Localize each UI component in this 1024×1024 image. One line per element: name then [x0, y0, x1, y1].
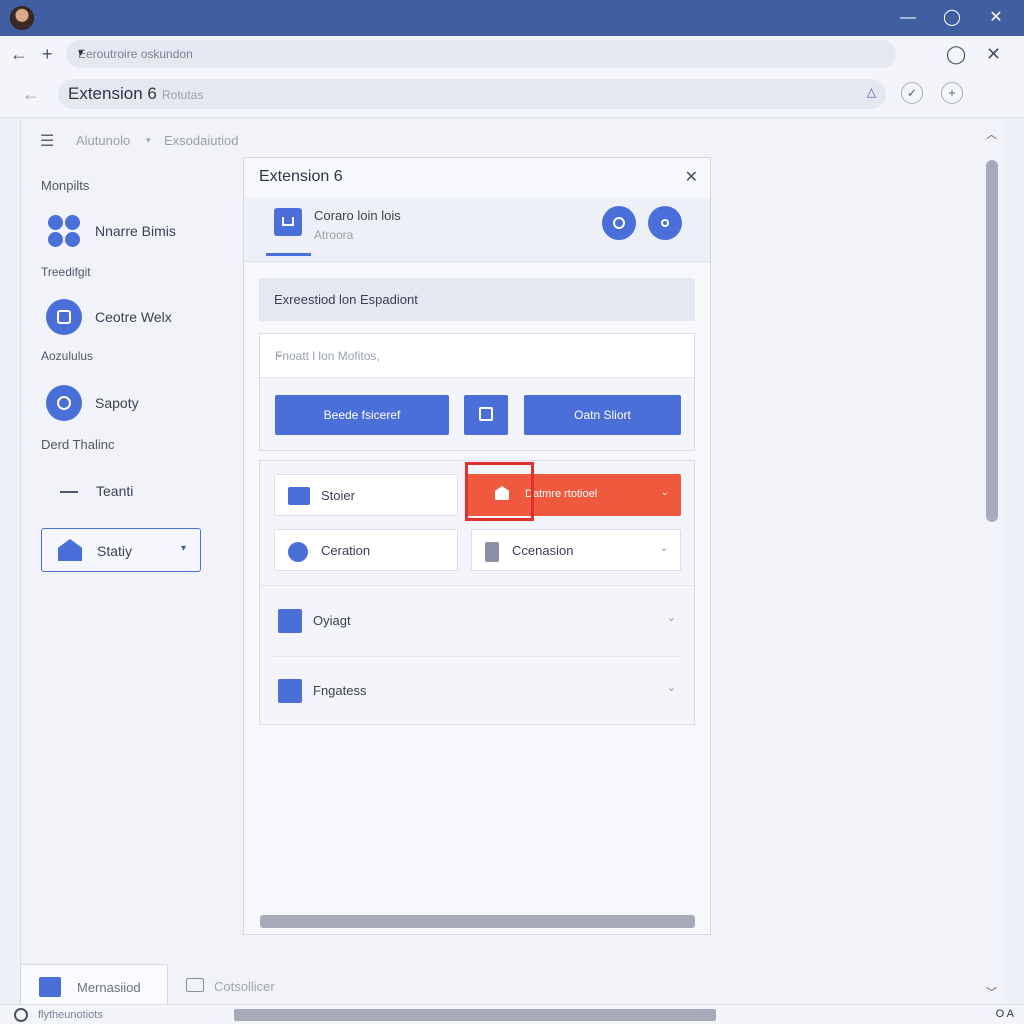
section-title-text: Exreestiod lon Espadiont	[274, 292, 418, 307]
address-bar[interactable]: Extension 6 Rotutas △	[58, 79, 886, 109]
breadcrumb-item[interactable]: Exsodaiutiod	[164, 133, 238, 148]
tab-close-button[interactable]: ✕	[986, 44, 1001, 64]
dialog-header: Coraro loin lois Atroora	[244, 198, 710, 262]
header-title: Coraro loin lois	[314, 208, 401, 223]
image-icon	[278, 679, 302, 703]
pin-icon	[46, 385, 82, 421]
tab-mernasiiod[interactable]: Mernasiiod	[20, 964, 168, 1004]
window-titlebar: — ◯ ✕	[0, 0, 1024, 36]
chevron-down-icon[interactable]: ▾	[78, 46, 884, 59]
alert-icon[interactable]: △	[867, 85, 876, 99]
sidebar-select-label: Statiy	[97, 543, 133, 559]
header-subtitle: Atroora	[314, 228, 354, 242]
list-icon	[479, 407, 493, 421]
chevron-down-icon: ▾	[180, 543, 186, 554]
expander-row-oyiagt[interactable]: Oyiagt ⌄	[260, 587, 694, 657]
avatar[interactable]	[10, 6, 34, 30]
scroll-up-icon[interactable]: ︿	[986, 126, 997, 142]
doc-icon	[485, 542, 499, 562]
briefcase-icon	[46, 299, 82, 335]
omnibox[interactable]: Eeroutroire oskundon ▾	[66, 40, 896, 68]
chevron-down-icon: ⌄	[666, 682, 676, 694]
form-panel: Fnoatt l lon Mofitos, ⌄ Beede fsiceref O…	[259, 333, 695, 451]
option-ceration[interactable]: Ceration	[274, 529, 458, 571]
status-text: flytheunotiots	[38, 1009, 103, 1021]
extension-dialog: Extension 6 ✕ Coraro loin lois Atroora E…	[243, 157, 711, 935]
row-label: Fngatess	[313, 683, 367, 698]
chevron-down-icon: ⌄	[660, 487, 669, 498]
new-tab-button[interactable]: +	[42, 44, 53, 64]
sidebar-heading: Aozululus	[41, 349, 94, 363]
focus-highlight	[465, 462, 534, 521]
scroll-thumb[interactable]	[986, 160, 998, 522]
option-ccenasion[interactable]: Ccenasion ⌄	[471, 529, 681, 571]
tab-maximize-button[interactable]: ◯	[946, 44, 966, 64]
close-window-button[interactable]: ✕	[983, 6, 1009, 30]
dash-icon	[60, 491, 78, 493]
folder-icon	[274, 208, 302, 236]
sidebar-item-label: Sapoty	[95, 395, 139, 411]
settings-icon[interactable]	[648, 206, 682, 240]
search-icon[interactable]	[602, 206, 636, 240]
book-icon	[278, 609, 302, 633]
option-label: Stoier	[321, 488, 355, 503]
active-tab-indicator	[266, 253, 311, 256]
home-icon	[39, 977, 61, 997]
cluster-icon	[46, 213, 82, 249]
section-title: Exreestiod lon Espadiont	[259, 278, 695, 321]
add-circle-button[interactable]: +	[941, 82, 963, 104]
secondary-button[interactable]: Oatn Sliort	[524, 395, 681, 435]
scroll-down-icon[interactable]: ﹀	[986, 984, 997, 1000]
vertical-scrollbar[interactable]: ︿ ﹀	[980, 120, 1004, 1004]
sidebar-item-label: Teanti	[96, 483, 134, 499]
list-icon-button[interactable]	[464, 395, 508, 435]
shield-icon	[288, 542, 308, 562]
sidebar-select[interactable]: Statiy ▾	[41, 528, 201, 572]
sidebar-heading: Derd Thalinc	[41, 437, 115, 452]
page-name: Extension 6	[68, 84, 157, 103]
divider	[260, 585, 694, 586]
page-suffix: Rotutas	[162, 88, 204, 102]
horizontal-scroll-thumb[interactable]	[234, 1009, 716, 1021]
row-label: Oyiagt	[313, 613, 351, 628]
tab-label: Cotsollicer	[214, 979, 275, 994]
extension-check-icon[interactable]: ✓	[901, 82, 923, 104]
sidebar-heading: Treedifgit	[41, 265, 91, 279]
window-icon	[186, 978, 204, 992]
option-stoier[interactable]: Stoier	[274, 474, 458, 516]
status-icon	[14, 1008, 28, 1022]
folder-icon	[288, 487, 310, 505]
chevron-down-icon: ⌄	[666, 612, 676, 624]
option-label: Ccenasion	[512, 543, 574, 558]
breadcrumb-item[interactable]: Alutunolo	[76, 133, 130, 148]
option-label: Datmre rtotioel	[525, 488, 598, 500]
hamburger-menu-icon[interactable]: ☰	[40, 131, 54, 151]
maximize-button[interactable]: ◯	[939, 6, 965, 30]
primary-button[interactable]: Beede fsiceref	[275, 395, 449, 435]
minimize-button[interactable]: —	[895, 6, 921, 30]
sidebar-item-label: Nnarre Bimis	[95, 223, 176, 239]
dropdown-field[interactable]: Fnoatt l lon Mofitos, ⌄	[260, 334, 694, 378]
option-label: Ceration	[321, 543, 371, 558]
sidebar-item-label: Ceotre Welx	[95, 309, 172, 325]
expander-row-fngatess[interactable]: Fngatess ⌄	[260, 657, 694, 727]
options-panel: Stoier Datmre rtotioel ⌄ Ceration Ccenas…	[259, 460, 695, 725]
tab-cotsollicer[interactable]: Cotsollicer	[180, 964, 320, 1004]
breadcrumb-separator: ▾	[146, 135, 151, 145]
sidebar-heading: Monpilts	[41, 178, 90, 193]
dialog-title: Extension 6	[259, 168, 343, 185]
status-bar: flytheunotiots O A	[0, 1004, 1024, 1024]
bottom-tabs: Mernasiiod Cotsollicer	[20, 964, 980, 1004]
tab-label: Mernasiiod	[77, 980, 141, 995]
dialog-horizontal-scrollbar[interactable]	[260, 915, 695, 928]
close-icon[interactable]: ✕	[685, 167, 698, 187]
home-icon	[58, 539, 82, 561]
back-arrow-icon[interactable]: ←	[10, 44, 28, 64]
chevron-down-icon: ⌄	[275, 348, 285, 360]
back-arrow-icon[interactable]: ←	[22, 84, 40, 104]
chevron-down-icon: ⌄	[659, 543, 668, 554]
status-right: O A	[995, 1008, 1014, 1020]
